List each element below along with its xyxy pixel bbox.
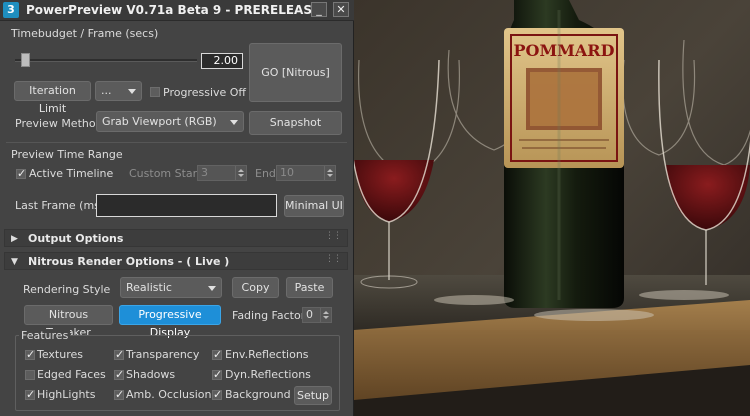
app-icon: 3 (3, 2, 19, 18)
bottle-label-brand: POMMARD (514, 41, 615, 60)
go-nitrous-button[interactable]: GO [Nitrous] (249, 43, 342, 102)
iteration-limit-button[interactable]: Iteration Limit (14, 81, 91, 115)
grip-icon: ⋮⋮ (325, 231, 342, 241)
transparency-label: Transparency (126, 348, 200, 361)
powerpreview-panel: 3 PowerPreview V0.71a Beta 9 - PRERELEAS… (0, 0, 354, 416)
collapse-arrow-icon: ▼ (11, 257, 18, 267)
nitrous-options-rollout[interactable]: ▼ Nitrous Render Options - ( Live ) ⋮⋮ (4, 252, 348, 270)
title-bar[interactable]: 3 PowerPreview V0.71a Beta 9 - PRERELEAS… (0, 0, 354, 21)
render-viewport[interactable]: POMMARD (354, 0, 750, 416)
preview-method-label: Preview Method (15, 117, 103, 130)
fading-factor-label: Fading Factor (232, 309, 306, 322)
preview-method-value: Grab Viewport (RGB) (102, 115, 217, 128)
spinner-arrows-icon[interactable] (235, 166, 246, 180)
dyn-reflections-label: Dyn.Reflections (225, 368, 311, 381)
output-options-title: Output Options (28, 232, 124, 245)
minimal-ui-button[interactable]: Minimal UI (284, 195, 344, 217)
shadows-checkbox[interactable] (114, 368, 124, 381)
window-title: PowerPreview V0.71a Beta 9 - PRERELEASE (26, 3, 321, 17)
rendering-style-value: Realistic (126, 281, 172, 294)
slider-thumb[interactable] (21, 53, 30, 67)
timebudget-label: Timebudget / Frame (secs) (11, 27, 159, 40)
fading-factor-value: 0 (306, 308, 313, 321)
snapshot-button[interactable]: Snapshot (249, 111, 342, 135)
end-spinner[interactable]: 10 (276, 165, 336, 181)
active-timeline-checkbox[interactable] (16, 167, 26, 180)
rendering-style-dropdown[interactable]: Realistic (120, 277, 222, 298)
shadows-label: Shadows (126, 368, 176, 381)
chevron-down-icon (208, 285, 216, 291)
custom-start-spinner[interactable]: 3 (197, 165, 247, 181)
minimize-button[interactable]: _ (311, 2, 327, 17)
timebudget-input[interactable]: 2.00 (201, 53, 243, 69)
nitrous-options-title: Nitrous Render Options - ( Live ) (28, 255, 230, 268)
progressive-display-button[interactable]: Progressive Display (119, 305, 221, 339)
nitrous-tweaker-button[interactable]: Nitrous Tweaker (24, 305, 113, 339)
output-options-rollout[interactable]: ▶ Output Options ⋮⋮ (4, 229, 348, 247)
spinner-arrows-icon[interactable] (320, 308, 331, 322)
setup-button[interactable]: Setup (294, 386, 332, 405)
textures-checkbox[interactable] (25, 348, 35, 361)
wine-bottle: POMMARD (504, 0, 624, 308)
close-button[interactable]: ✕ (333, 2, 349, 17)
amb-occlusion-checkbox[interactable] (114, 388, 124, 401)
dyn-reflections-checkbox[interactable] (212, 368, 222, 381)
textures-label: Textures (37, 348, 83, 361)
features-label: Features (19, 329, 71, 342)
paste-button[interactable]: Paste (286, 277, 333, 298)
transparency-checkbox[interactable] (114, 348, 124, 361)
edged-faces-checkbox[interactable] (25, 370, 35, 380)
copy-button[interactable]: Copy (232, 277, 279, 298)
grip-icon: ⋮⋮ (325, 254, 342, 264)
end-label: End (255, 167, 276, 180)
iteration-dropdown-value: ... (101, 84, 112, 97)
custom-start-label: Custom Start (129, 167, 202, 180)
divider (6, 142, 347, 143)
highlights-label: HighLights (37, 388, 96, 401)
active-timeline-label: Active Timeline (29, 167, 114, 180)
chevron-down-icon (230, 119, 238, 125)
last-frame-label: Last Frame (ms) (15, 199, 105, 212)
spinner-arrows-icon[interactable] (324, 166, 335, 180)
progressive-off-label: Progressive Off (163, 86, 247, 99)
iteration-dropdown[interactable]: ... (95, 81, 142, 101)
background-checkbox[interactable] (212, 388, 222, 401)
env-reflections-label: Env.Reflections (225, 348, 309, 361)
last-frame-field[interactable] (96, 194, 277, 217)
preview-method-dropdown[interactable]: Grab Viewport (RGB) (96, 111, 244, 132)
preview-time-range-label: Preview Time Range (11, 148, 123, 161)
slider-track (15, 59, 197, 62)
background-label: Background (225, 388, 291, 401)
timebudget-slider[interactable] (15, 53, 197, 67)
end-value: 10 (280, 166, 294, 179)
edged-faces-label: Edged Faces (37, 368, 106, 381)
fading-factor-spinner[interactable]: 0 (302, 307, 332, 323)
render-image: POMMARD (354, 0, 750, 416)
progressive-off-checkbox[interactable] (150, 87, 160, 97)
highlights-checkbox[interactable] (25, 388, 35, 401)
expand-arrow-icon: ▶ (11, 234, 18, 244)
amb-occlusion-label: Amb. Occlusion (126, 388, 212, 401)
rendering-style-label: Rendering Style (23, 283, 111, 296)
custom-start-value: 3 (201, 166, 208, 179)
env-reflections-checkbox[interactable] (212, 348, 222, 361)
chevron-down-icon (128, 89, 136, 94)
